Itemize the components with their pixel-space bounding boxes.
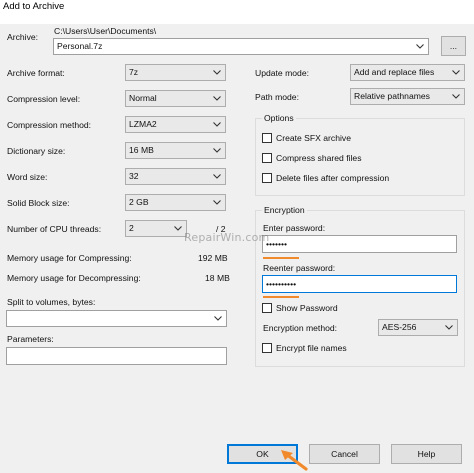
compression-method-select[interactable]: LZMA2 [125, 116, 226, 133]
reenter-password-value: •••••••••• [266, 279, 297, 289]
checkbox-box[interactable] [262, 173, 272, 183]
memory-decompressing-label: Memory usage for Decompressing: [7, 273, 141, 283]
archive-format-value: 7z [129, 67, 139, 77]
chevron-down-icon [212, 145, 222, 156]
solid-block-size-select[interactable]: 2 GB [125, 194, 226, 211]
compression-level-label: Compression level: [7, 94, 81, 104]
checkbox-box[interactable] [262, 343, 272, 353]
delete-after-label: Delete files after compression [276, 173, 390, 183]
create-sfx-checkbox[interactable]: Create SFX archive [262, 133, 351, 143]
checkbox-box[interactable] [262, 303, 272, 313]
compression-method-label: Compression method: [7, 120, 92, 130]
encrypt-names-label: Encrypt file names [276, 343, 347, 353]
memory-decompressing-value: 18 MB [205, 273, 230, 283]
browse-button[interactable]: ... [441, 36, 466, 56]
chevron-down-icon [451, 67, 461, 78]
dictionary-size-value: 16 MB [129, 145, 154, 155]
memory-compressing-value: 192 MB [198, 253, 228, 263]
archive-filename-combo[interactable]: Personal.7z [53, 38, 429, 55]
reenter-password-input[interactable]: •••••••••• [262, 275, 457, 293]
chevron-down-icon [212, 119, 222, 130]
enter-password-input[interactable]: ••••••• [262, 235, 457, 253]
memory-compressing-label: Memory usage for Compressing: [7, 253, 132, 263]
annotation-underline [263, 257, 299, 259]
annotation-underline [263, 296, 299, 298]
update-mode-select[interactable]: Add and replace files [350, 64, 465, 81]
archive-label: Archive: [7, 32, 39, 42]
reenter-password-label: Reenter password: [263, 263, 336, 273]
compression-level-value: Normal [129, 93, 157, 103]
chevron-down-icon [212, 197, 222, 208]
help-button[interactable]: Help [391, 444, 462, 464]
chevron-down-icon [213, 313, 223, 324]
dictionary-size-select[interactable]: 16 MB [125, 142, 226, 159]
window-title: Add to Archive [3, 1, 65, 12]
show-password-checkbox[interactable]: Show Password [262, 303, 338, 313]
chevron-down-icon [212, 171, 222, 182]
dictionary-size-label: Dictionary size: [7, 146, 66, 156]
checkbox-box[interactable] [262, 133, 272, 143]
checkbox-box[interactable] [262, 153, 272, 163]
options-group-title: Options [262, 113, 296, 123]
compression-method-value: LZMA2 [129, 119, 157, 129]
title-bar: Add to Archive [0, 0, 474, 24]
cancel-button[interactable]: Cancel [309, 444, 380, 464]
delete-after-checkbox[interactable]: Delete files after compression [262, 173, 389, 183]
encryption-method-select[interactable]: AES-256 [378, 319, 458, 336]
update-mode-label: Update mode: [255, 68, 309, 78]
chevron-down-icon [451, 91, 461, 102]
cpu-threads-value: 2 [129, 223, 134, 233]
split-volumes-label: Split to volumes, bytes: [7, 297, 96, 307]
split-volumes-combo[interactable] [6, 310, 227, 327]
path-mode-label: Path mode: [255, 92, 299, 102]
parameters-input[interactable] [6, 347, 227, 365]
parameters-label: Parameters: [7, 334, 54, 344]
compression-level-select[interactable]: Normal [125, 90, 226, 107]
compress-shared-checkbox[interactable]: Compress shared files [262, 153, 362, 163]
word-size-label: Word size: [7, 172, 48, 182]
archive-path: C:\Users\User\Documents\ [54, 26, 157, 36]
annotation-arrow-icon [281, 450, 308, 471]
create-sfx-label: Create SFX archive [276, 133, 351, 143]
archive-format-select[interactable]: 7z [125, 64, 226, 81]
word-size-value: 32 [129, 171, 139, 181]
enter-password-label: Enter password: [263, 223, 326, 233]
chevron-down-icon [415, 41, 425, 52]
watermark-text: RepairWin.com [184, 231, 270, 244]
cpu-threads-select[interactable]: 2 [125, 220, 187, 237]
encryption-method-value: AES-256 [382, 322, 417, 332]
archive-format-label: Archive format: [7, 68, 65, 78]
chevron-down-icon [173, 223, 183, 234]
compress-shared-label: Compress shared files [276, 153, 362, 163]
path-mode-select[interactable]: Relative pathnames [350, 88, 465, 105]
cpu-threads-label: Number of CPU threads: [7, 224, 102, 234]
chevron-down-icon [444, 322, 454, 333]
chevron-down-icon [212, 93, 222, 104]
encrypt-names-checkbox[interactable]: Encrypt file names [262, 343, 347, 353]
show-password-label: Show Password [276, 303, 338, 313]
chevron-down-icon [212, 67, 222, 78]
update-mode-value: Add and replace files [354, 67, 435, 77]
path-mode-value: Relative pathnames [354, 91, 430, 101]
word-size-select[interactable]: 32 [125, 168, 226, 185]
solid-block-size-label: Solid Block size: [7, 198, 70, 208]
encryption-group-title: Encryption [262, 205, 307, 215]
archive-filename: Personal.7z [57, 41, 103, 51]
encryption-method-label: Encryption method: [263, 323, 338, 333]
solid-block-size-value: 2 GB [129, 197, 149, 207]
